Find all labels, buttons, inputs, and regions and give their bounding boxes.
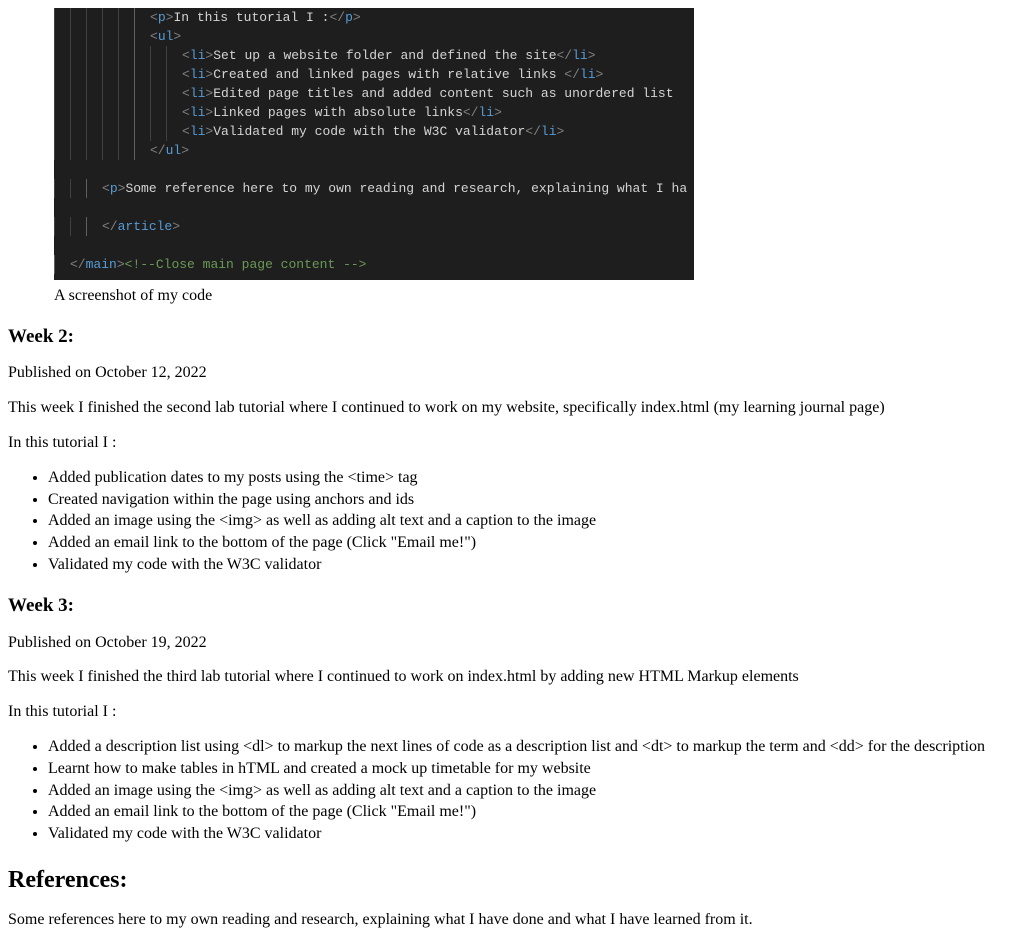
list-item: Added an email link to the bottom of the… (48, 533, 1007, 554)
week3-list: Added a description list using <dl> to m… (8, 737, 1007, 845)
week3-heading: Week 3: (8, 594, 1007, 619)
list-item: Added a description list using <dl> to m… (48, 737, 1007, 758)
code-line: </article> (54, 217, 694, 236)
list-item: Validated my code with the W3C validator (48, 824, 1007, 845)
list-item: Created navigation within the page using… (48, 490, 1007, 511)
code-line: <li>Validated my code with the W3C valid… (54, 122, 694, 141)
code-line: <p>Some reference here to my own reading… (54, 179, 694, 198)
code-line (54, 198, 694, 217)
list-item: Added publication dates to my posts usin… (48, 468, 1007, 489)
code-line: <li>Set up a website folder and defined … (54, 46, 694, 65)
references-heading: References: (8, 865, 1007, 896)
references-text: Some references here to my own reading a… (8, 910, 1007, 931)
week2-intro: This week I finished the second lab tuto… (8, 398, 1007, 419)
list-item: Learnt how to make tables in hTML and cr… (48, 759, 1007, 780)
code-line: </ul> (54, 141, 694, 160)
code-screenshot-caption: A screenshot of my code (54, 286, 1007, 307)
code-line: <li>Linked pages with absolute links</li… (54, 103, 694, 122)
list-item: Added an image using the <img> as well a… (48, 511, 1007, 532)
code-line (54, 160, 694, 179)
code-line: </main><!--Close main page content --> (54, 255, 694, 274)
week2-lead: In this tutorial I : (8, 433, 1007, 454)
week2-list: Added publication dates to my posts usin… (8, 468, 1007, 576)
week3-intro: This week I finished the third lab tutor… (8, 667, 1007, 688)
list-item: Added an image using the <img> as well a… (48, 781, 1007, 802)
code-line: <ul> (54, 27, 694, 46)
code-screenshot: <p>In this tutorial I :</p><ul><li>Set u… (54, 8, 694, 280)
code-line: <li>Edited page titles and added content… (54, 84, 694, 103)
week2-heading: Week 2: (8, 325, 1007, 350)
list-item: Validated my code with the W3C validator (48, 555, 1007, 576)
week2-published: Published on October 12, 2022 (8, 363, 1007, 384)
code-line: <p>In this tutorial I :</p> (54, 8, 694, 27)
list-item: Added an email link to the bottom of the… (48, 802, 1007, 823)
code-line (54, 236, 694, 255)
week3-lead: In this tutorial I : (8, 702, 1007, 723)
week3-published: Published on October 19, 2022 (8, 633, 1007, 654)
code-line: <li>Created and linked pages with relati… (54, 65, 694, 84)
